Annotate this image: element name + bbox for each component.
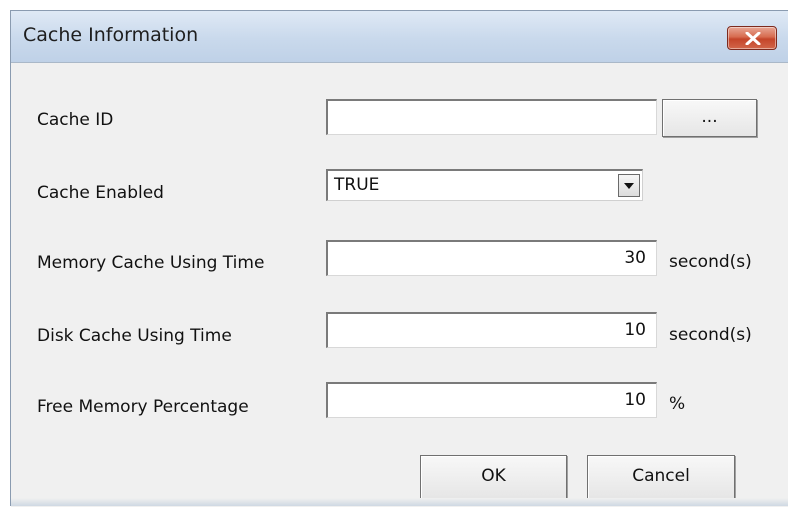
chevron-down-icon bbox=[624, 183, 634, 189]
free-memory-percentage-label: Free Memory Percentage bbox=[37, 397, 249, 417]
memory-cache-time-unit: second(s) bbox=[669, 252, 752, 272]
free-memory-percentage-unit: % bbox=[669, 394, 686, 414]
cache-information-dialog: Cache Information Cache ID ... Cache Ena… bbox=[10, 10, 788, 507]
title-bar[interactable]: Cache Information bbox=[11, 11, 788, 63]
disk-cache-time-input[interactable]: 10 bbox=[326, 312, 657, 348]
free-memory-percentage-input[interactable]: 10 bbox=[326, 382, 657, 418]
disk-cache-time-label: Disk Cache Using Time bbox=[37, 326, 232, 346]
dialog-content: Cache ID ... Cache Enabled TRUE Memory C… bbox=[11, 63, 788, 507]
disk-cache-time-unit: second(s) bbox=[669, 325, 752, 345]
browse-button[interactable]: ... bbox=[662, 99, 757, 137]
window-title: Cache Information bbox=[23, 24, 199, 46]
cache-id-input[interactable] bbox=[326, 99, 657, 135]
cache-id-label: Cache ID bbox=[37, 110, 114, 130]
cache-enabled-value: TRUE bbox=[334, 175, 380, 195]
memory-cache-time-label: Memory Cache Using Time bbox=[37, 253, 265, 273]
cache-enabled-label: Cache Enabled bbox=[37, 183, 164, 203]
dialog-bottom-edge bbox=[11, 498, 788, 506]
memory-cache-time-input[interactable]: 30 bbox=[326, 240, 657, 276]
cache-enabled-select[interactable]: TRUE bbox=[326, 169, 643, 201]
close-button[interactable] bbox=[727, 26, 777, 50]
cancel-button[interactable]: Cancel bbox=[587, 455, 735, 499]
ok-button[interactable]: OK bbox=[420, 455, 567, 499]
dropdown-button[interactable] bbox=[618, 174, 640, 197]
close-icon bbox=[745, 32, 761, 45]
